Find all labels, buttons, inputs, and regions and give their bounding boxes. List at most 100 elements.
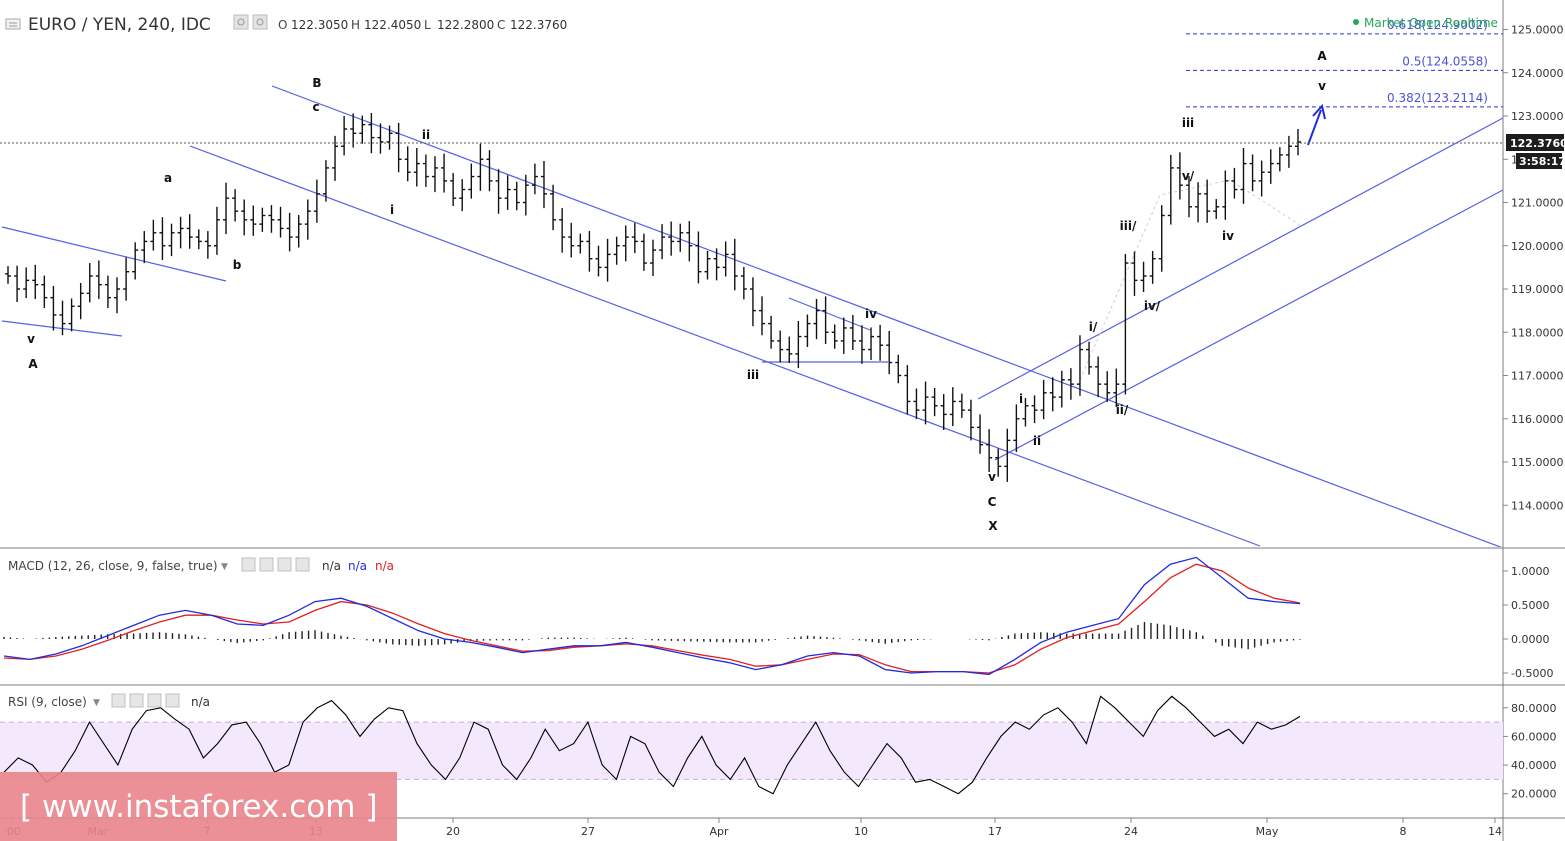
macd-eye-icon[interactable]: [241, 557, 256, 572]
symbol-title[interactable]: EURO / YEN, 240, IDC: [28, 15, 211, 35]
chart-header: EURO / YEN, 240, IDC O 122.3050 H 122.4050 L…: [5, 14, 1498, 35]
trendline: [788, 297, 871, 331]
wave-label: c: [312, 100, 319, 114]
price-bar: [759, 296, 766, 336]
price-bar: [595, 245, 602, 277]
price-bar: [477, 143, 484, 191]
price-bar: [459, 179, 466, 212]
ohlc-readout: O 122.3050 H 122.4050 L 122.2800 C 122.3760: [278, 18, 567, 32]
rsi-dropdown-icon[interactable]: ▼: [93, 698, 100, 708]
price-bar: [1276, 147, 1283, 172]
macd-plus-icon[interactable]: [277, 557, 292, 572]
price-bar: [1040, 379, 1047, 420]
price-bar: [650, 239, 656, 277]
rsi-tick-label: 60.0000: [1511, 730, 1557, 743]
wave-label: iv: [1222, 229, 1234, 243]
price-bar: [858, 325, 865, 364]
price-bar: [786, 336, 793, 363]
rsi-legend: RSI (9, close) ▼ n/a: [8, 693, 210, 709]
price-bar: [1058, 370, 1065, 408]
price-bar: [749, 277, 756, 327]
wave-label: iv/: [1144, 299, 1161, 313]
price-bar: [95, 260, 102, 299]
price-bar: [1231, 167, 1238, 199]
price-bar: [277, 206, 284, 238]
macd-panel[interactable]: [3, 556, 1301, 676]
last-price-value: 122.3760: [1510, 137, 1565, 150]
macd-title[interactable]: MACD (12, 26, close, 9, false, true): [8, 559, 218, 573]
price-bar: [922, 381, 929, 425]
status-dot-icon: [1353, 19, 1359, 25]
price-bar: [559, 208, 566, 253]
rsi-title[interactable]: RSI (9, close): [8, 695, 87, 709]
macd-axis: 1.0000 0.5000 0.0000 -0.5000: [1503, 565, 1553, 680]
price-bar: [1258, 160, 1265, 197]
price-tick-label: 123.0000: [1511, 110, 1564, 123]
ohlc-value-H: 122.4050: [364, 18, 421, 32]
price-bar: [50, 285, 57, 331]
rsi-close-icon[interactable]: [165, 693, 180, 708]
price-tick-label: 125.0000: [1511, 24, 1564, 37]
price-bar: [1104, 371, 1111, 402]
trendline: [994, 189, 1503, 461]
wave-label: v/: [1182, 169, 1195, 183]
price-tick-label: 121.0000: [1511, 197, 1564, 210]
price-bar: [986, 429, 993, 472]
rsi-gear-icon[interactable]: [129, 693, 144, 708]
gear-icon[interactable]: [252, 14, 268, 30]
ohlc-value-C: 122.3760: [510, 18, 567, 32]
price-bar: [868, 327, 875, 360]
macd-tick-label: 0.5000: [1511, 599, 1550, 612]
price-bar: [223, 182, 230, 235]
eye-icon[interactable]: [233, 14, 249, 30]
price-bar: [1267, 149, 1274, 184]
price-bar: [59, 300, 66, 336]
wave-label: A: [1317, 49, 1327, 63]
price-bar: [813, 298, 820, 340]
price-bar: [495, 169, 502, 214]
price-bar: [695, 231, 702, 284]
macd-dropdown-icon[interactable]: ▼: [221, 562, 228, 572]
macd-close-icon[interactable]: [295, 557, 310, 572]
price-bar: [404, 146, 411, 182]
price-bar: [1222, 170, 1229, 220]
price-bar: [677, 223, 684, 252]
price-bar: [1067, 368, 1074, 400]
price-bar: [822, 296, 829, 344]
header-settings-icons[interactable]: [233, 14, 268, 30]
price-bar: [1240, 148, 1247, 204]
wave-labels: vAabBciiiiiiivvCXiiii/ii/iii/iv/v/iiiivA…: [27, 49, 1327, 533]
trendline: [189, 145, 1261, 547]
price-bar: [1086, 341, 1093, 375]
wave-label: a: [164, 171, 172, 185]
price-tick-label: 114.0000: [1511, 499, 1564, 512]
price-bar: [350, 113, 357, 148]
price-bar: [304, 199, 311, 240]
price-bar: [904, 365, 911, 415]
price-bar: [550, 184, 557, 231]
wave-label: B: [312, 76, 321, 90]
rsi-eye-icon[interactable]: [111, 693, 126, 708]
price-bar: [295, 215, 302, 248]
price-tick-label: 124.0000: [1511, 67, 1564, 80]
macd-line: [3, 556, 1301, 676]
price-bar: [1295, 128, 1301, 156]
macd-tick-label: 0.0000: [1511, 633, 1550, 646]
price-bar: [1113, 368, 1120, 408]
wave-label: C: [988, 495, 997, 509]
price-panel[interactable]: 0.618(124.9002)0.5(124.0558)0.382(123.21…: [0, 18, 1503, 548]
price-bar: [286, 212, 293, 252]
drag-handle-icon[interactable]: [5, 18, 21, 30]
price-bar: [631, 222, 638, 254]
price-bar: [768, 315, 775, 349]
price-bar: [613, 236, 620, 265]
price-bar: [1004, 428, 1011, 482]
macd-gear-icon[interactable]: [259, 557, 274, 572]
macd-tick-label: 1.0000: [1511, 565, 1550, 578]
rsi-plus-icon[interactable]: [147, 693, 162, 708]
wave-label: v: [988, 470, 996, 484]
price-bar: [531, 163, 538, 195]
market-status-text: Market Open Realtime: [1364, 16, 1498, 30]
price-bar: [86, 263, 93, 303]
trendline: [977, 117, 1503, 400]
